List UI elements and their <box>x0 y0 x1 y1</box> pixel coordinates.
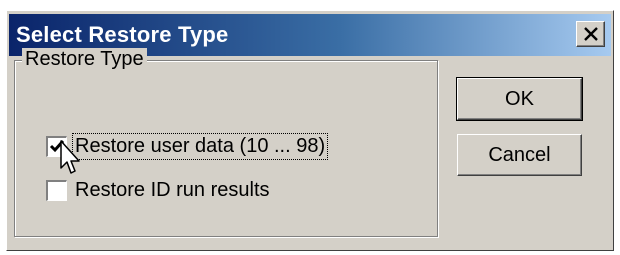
restore-type-legend: Restore Type <box>22 48 147 71</box>
arrow-cursor-icon <box>60 140 80 174</box>
restore-id-run-results-checkbox[interactable] <box>46 180 67 201</box>
restore-id-run-results-label[interactable]: Restore ID run results <box>73 178 272 203</box>
close-button[interactable] <box>576 21 605 47</box>
close-icon <box>584 27 598 41</box>
cancel-button[interactable]: Cancel <box>457 134 582 176</box>
ok-button[interactable]: OK <box>456 77 583 121</box>
restore-user-data-option[interactable]: Restore user data (10 ... 98) <box>46 133 329 160</box>
restore-user-data-label[interactable]: Restore user data (10 ... 98) <box>71 133 329 160</box>
window-title: Select Restore Type <box>16 22 229 47</box>
restore-id-run-results-option[interactable]: Restore ID run results <box>46 178 272 203</box>
